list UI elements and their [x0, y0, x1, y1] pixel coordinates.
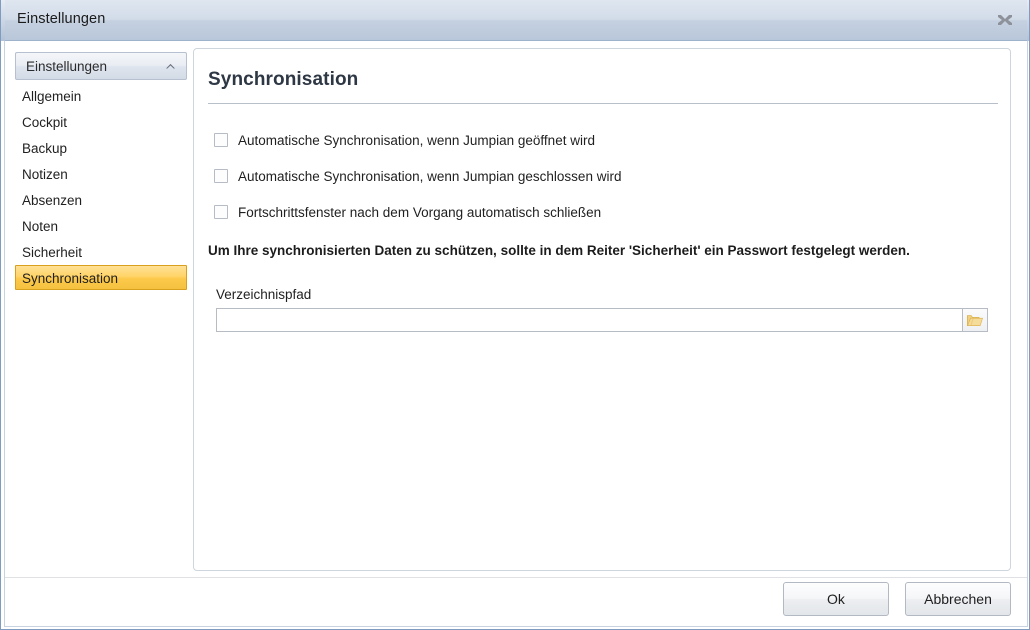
password-notice: Um Ihre synchronisierten Daten zu schütz… — [208, 243, 910, 258]
sidebar: Einstellungen Allgemein Cockpit Backup N… — [15, 52, 187, 290]
close-button[interactable] — [995, 11, 1015, 29]
window-title: Einstellungen — [17, 11, 106, 27]
checkbox-row-auto-sync-on-open[interactable]: Automatische Synchronisation, wenn Jumpi… — [214, 131, 974, 149]
sidebar-item-label: Notizen — [22, 167, 68, 182]
checkbox-label: Automatische Synchronisation, wenn Jumpi… — [238, 168, 622, 184]
sidebar-item-label: Sicherheit — [22, 245, 83, 260]
sidebar-item-allgemein[interactable]: Allgemein — [15, 83, 187, 108]
ok-button[interactable]: Ok — [783, 582, 889, 616]
close-icon — [998, 15, 1012, 25]
chevron-up-icon — [165, 63, 176, 70]
checkbox-label: Fortschrittsfenster nach dem Vorgang aut… — [238, 204, 602, 220]
directory-path-input[interactable] — [216, 308, 962, 332]
path-field-group — [216, 308, 988, 332]
checkbox-row-auto-sync-on-close[interactable]: Automatische Synchronisation, wenn Jumpi… — [214, 167, 974, 185]
content-panel: Synchronisation Automatische Synchronisa… — [193, 48, 1011, 571]
checkbox-group: Automatische Synchronisation, wenn Jumpi… — [214, 131, 974, 239]
checkbox-unchecked-icon[interactable] — [214, 133, 228, 147]
checkbox-unchecked-icon[interactable] — [214, 205, 228, 219]
page-title: Synchronisation — [208, 69, 359, 90]
sidebar-header-label: Einstellungen — [26, 58, 108, 74]
browse-folder-button[interactable] — [962, 308, 988, 332]
dialog-footer: Ok Abbrechen — [783, 582, 1011, 616]
sidebar-item-label: Allgemein — [22, 89, 82, 104]
sidebar-item-backup[interactable]: Backup — [15, 135, 187, 160]
title-bar[interactable]: Einstellungen — [1, 0, 1029, 41]
sidebar-item-cockpit[interactable]: Cockpit — [15, 109, 187, 134]
sidebar-item-label: Noten — [22, 219, 59, 234]
cancel-button[interactable]: Abbrechen — [905, 582, 1011, 616]
sidebar-item-label: Absenzen — [22, 193, 83, 208]
footer-divider — [5, 577, 1027, 578]
settings-dialog-window: Einstellungen Einstellungen Allgemein Co… — [0, 0, 1030, 630]
checkbox-label: Automatische Synchronisation, wenn Jumpi… — [238, 132, 595, 148]
sidebar-item-notizen[interactable]: Notizen — [15, 161, 187, 186]
sidebar-header[interactable]: Einstellungen — [15, 52, 187, 80]
sidebar-item-synchronisation[interactable]: Synchronisation — [15, 265, 187, 290]
title-divider — [208, 103, 998, 104]
sidebar-item-label: Cockpit — [22, 115, 68, 130]
sidebar-item-label: Synchronisation — [22, 271, 119, 286]
sidebar-item-list: Allgemein Cockpit Backup Notizen Absenze… — [15, 83, 187, 290]
sidebar-item-absenzen[interactable]: Absenzen — [15, 187, 187, 212]
path-field-label: Verzeichnispfad — [216, 287, 312, 302]
title-bar-left-edge — [1, 0, 5, 41]
checkbox-row-auto-close-progress-window[interactable]: Fortschrittsfenster nach dem Vorgang aut… — [214, 203, 974, 221]
sidebar-item-noten[interactable]: Noten — [15, 213, 187, 238]
sidebar-item-label: Backup — [22, 141, 68, 156]
folder-icon — [967, 315, 983, 326]
sidebar-item-sicherheit[interactable]: Sicherheit — [15, 239, 187, 264]
checkbox-unchecked-icon[interactable] — [214, 169, 228, 183]
